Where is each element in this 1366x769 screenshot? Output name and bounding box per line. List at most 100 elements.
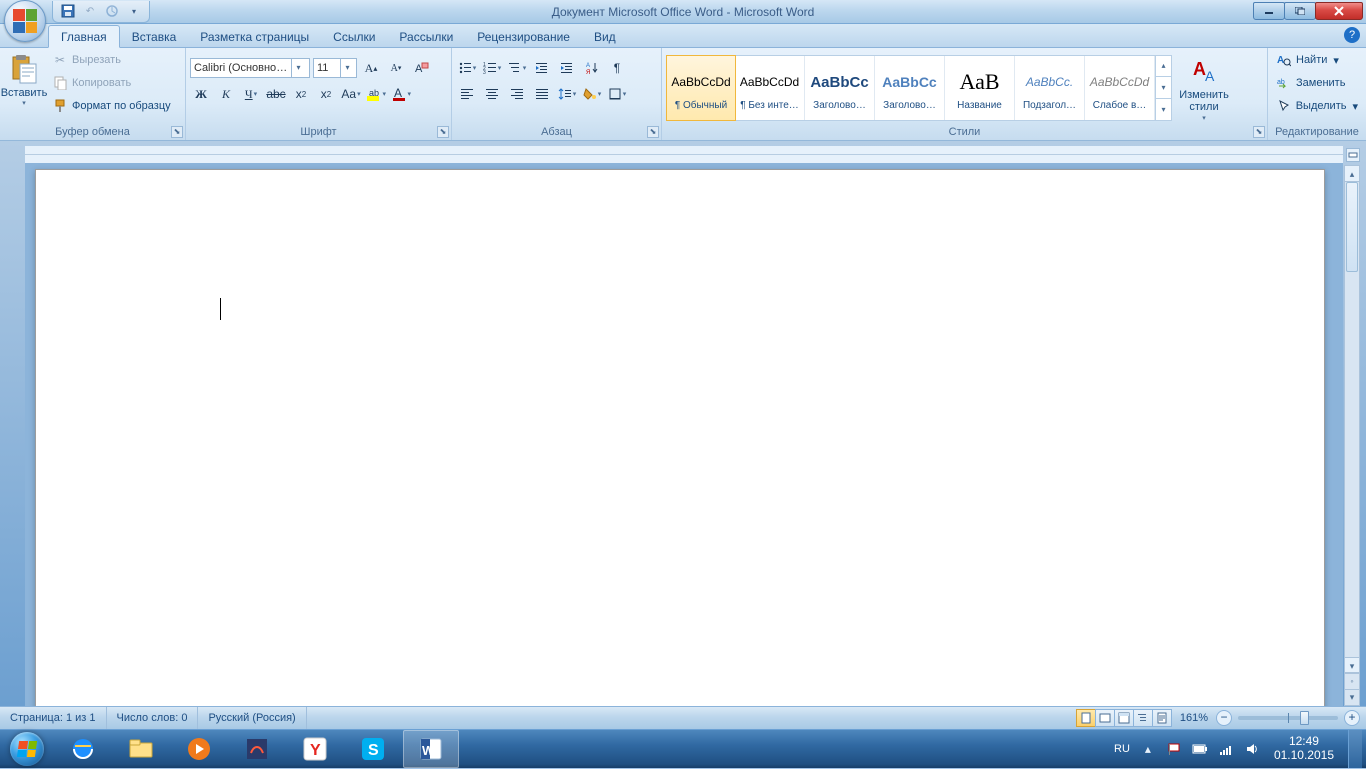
font-family-input[interactable] [191, 59, 291, 77]
office-button[interactable] [4, 0, 46, 42]
font-dialog-launcher[interactable]: ⬊ [437, 126, 449, 138]
redo-button[interactable] [103, 2, 121, 20]
taskbar-word[interactable]: W [403, 730, 459, 768]
horizontal-ruler[interactable] [25, 146, 1343, 164]
style-heading1[interactable]: AaBbCcЗаголово… [805, 56, 875, 120]
tab-page-layout[interactable]: Разметка страницы [188, 26, 321, 47]
chevron-down-icon[interactable]: ▾ [291, 59, 305, 77]
paste-button[interactable]: Вставить ▾ [4, 50, 44, 120]
document-viewport[interactable] [25, 163, 1343, 706]
subscript-button[interactable]: x2 [290, 83, 312, 105]
zoom-slider[interactable] [1238, 716, 1338, 720]
align-left-button[interactable] [456, 83, 478, 105]
format-painter-button[interactable]: Формат по образцу [48, 95, 175, 117]
multilevel-list-button[interactable]: ▾ [506, 57, 528, 79]
tray-battery-icon[interactable] [1192, 741, 1208, 757]
select-button[interactable]: Выделить▾ [1272, 95, 1362, 117]
status-word-count[interactable]: Число слов: 0 [107, 707, 199, 729]
view-full-screen-button[interactable] [1095, 709, 1115, 727]
cut-button[interactable]: ✂Вырезать [48, 49, 175, 71]
maximize-button[interactable] [1284, 2, 1316, 20]
tab-insert[interactable]: Вставка [120, 26, 189, 47]
status-page[interactable]: Страница: 1 из 1 [0, 707, 107, 729]
align-right-button[interactable] [506, 83, 528, 105]
line-spacing-button[interactable]: ▾ [556, 83, 578, 105]
scroll-thumb[interactable] [1346, 182, 1358, 272]
view-outline-button[interactable] [1133, 709, 1153, 727]
tab-view[interactable]: Вид [582, 26, 628, 47]
taskbar-app-1[interactable] [229, 730, 285, 768]
show-desktop-button[interactable] [1348, 730, 1362, 768]
change-case-button[interactable]: Aa▾ [340, 83, 362, 105]
gallery-up-button[interactable]: ▴ [1156, 56, 1171, 78]
zoom-slider-knob[interactable] [1300, 711, 1309, 725]
chevron-down-icon[interactable]: ▾ [340, 59, 354, 77]
zoom-out-button[interactable]: − [1216, 710, 1232, 726]
tray-language[interactable]: RU [1114, 743, 1130, 755]
vertical-scrollbar[interactable]: ▴ ▾ ◦ ▾ [1344, 165, 1360, 706]
bullets-button[interactable]: ▾ [456, 57, 478, 79]
font-size-input[interactable] [314, 59, 340, 77]
font-color-button[interactable]: A▾ [390, 83, 412, 105]
save-button[interactable] [59, 2, 77, 20]
zoom-level[interactable]: 161% [1180, 712, 1208, 724]
clipboard-dialog-launcher[interactable]: ⬊ [171, 126, 183, 138]
scroll-down-button[interactable]: ▾ [1345, 657, 1359, 673]
taskbar-ie[interactable] [55, 730, 111, 768]
document-page[interactable] [35, 169, 1325, 706]
qat-customize-button[interactable]: ▾ [125, 2, 143, 20]
taskbar-explorer[interactable] [113, 730, 169, 768]
close-button[interactable] [1315, 2, 1363, 20]
tray-flag-icon[interactable] [1166, 741, 1182, 757]
style-title[interactable]: АаВНазвание [945, 56, 1015, 120]
ruler-toggle-button[interactable] [1346, 148, 1360, 162]
gallery-more-button[interactable]: ▾ [1156, 99, 1171, 120]
style-subtitle[interactable]: AaBbCc.Подзагол… [1015, 56, 1085, 120]
show-marks-button[interactable]: ¶ [606, 57, 628, 79]
tab-review[interactable]: Рецензирование [465, 26, 582, 47]
highlight-button[interactable]: ab▾ [365, 83, 387, 105]
bold-button[interactable]: Ж [190, 83, 212, 105]
start-button[interactable] [0, 730, 54, 769]
shrink-font-button[interactable]: A▾ [385, 57, 407, 79]
tab-references[interactable]: Ссылки [321, 26, 387, 47]
taskbar-media-player[interactable] [171, 730, 227, 768]
scroll-up-button[interactable]: ▴ [1345, 166, 1359, 182]
style-subtle-emphasis[interactable]: AaBbCcDdСлабое в… [1085, 56, 1155, 120]
help-button[interactable]: ? [1344, 27, 1360, 43]
decrease-indent-button[interactable] [531, 57, 553, 79]
undo-button[interactable]: ↶ [81, 2, 99, 20]
tray-volume-icon[interactable] [1244, 741, 1260, 757]
taskbar-yandex-browser[interactable]: Y [287, 730, 343, 768]
styles-dialog-launcher[interactable]: ⬊ [1253, 126, 1265, 138]
paragraph-dialog-launcher[interactable]: ⬊ [647, 126, 659, 138]
justify-button[interactable] [531, 83, 553, 105]
clear-formatting-button[interactable]: A [410, 57, 432, 79]
borders-button[interactable]: ▾ [606, 83, 628, 105]
tray-clock[interactable]: 12:49 01.10.2015 [1270, 735, 1338, 763]
view-web-layout-button[interactable] [1114, 709, 1134, 727]
underline-button[interactable]: Ч▾ [240, 83, 262, 105]
replace-button[interactable]: abЗаменить [1272, 72, 1362, 94]
sort-button[interactable]: AЯ [581, 57, 603, 79]
numbering-button[interactable]: 123▾ [481, 57, 503, 79]
gallery-down-button[interactable]: ▾ [1156, 77, 1171, 99]
find-button[interactable]: AНайти▾ [1272, 49, 1362, 71]
tab-home[interactable]: Главная [48, 25, 120, 48]
copy-button[interactable]: Копировать [48, 72, 175, 94]
italic-button[interactable]: К [215, 83, 237, 105]
style-normal[interactable]: AaBbCcDd¶ Обычный [666, 55, 736, 121]
tray-show-hidden-icon[interactable]: ▴ [1140, 741, 1156, 757]
shading-button[interactable]: ▾ [581, 83, 603, 105]
style-no-spacing[interactable]: AaBbCcDd¶ Без инте… [735, 56, 805, 120]
font-size-combo[interactable]: ▾ [313, 58, 357, 78]
zoom-in-button[interactable]: + [1344, 710, 1360, 726]
style-heading2[interactable]: AaBbCcЗаголово… [875, 56, 945, 120]
align-center-button[interactable] [481, 83, 503, 105]
superscript-button[interactable]: x2 [315, 83, 337, 105]
font-family-combo[interactable]: ▾ [190, 58, 310, 78]
grow-font-button[interactable]: A▴ [360, 57, 382, 79]
change-styles-button[interactable]: AA Изменить стили ▾ [1176, 53, 1232, 123]
view-draft-button[interactable] [1152, 709, 1172, 727]
taskbar-skype[interactable]: S [345, 730, 401, 768]
